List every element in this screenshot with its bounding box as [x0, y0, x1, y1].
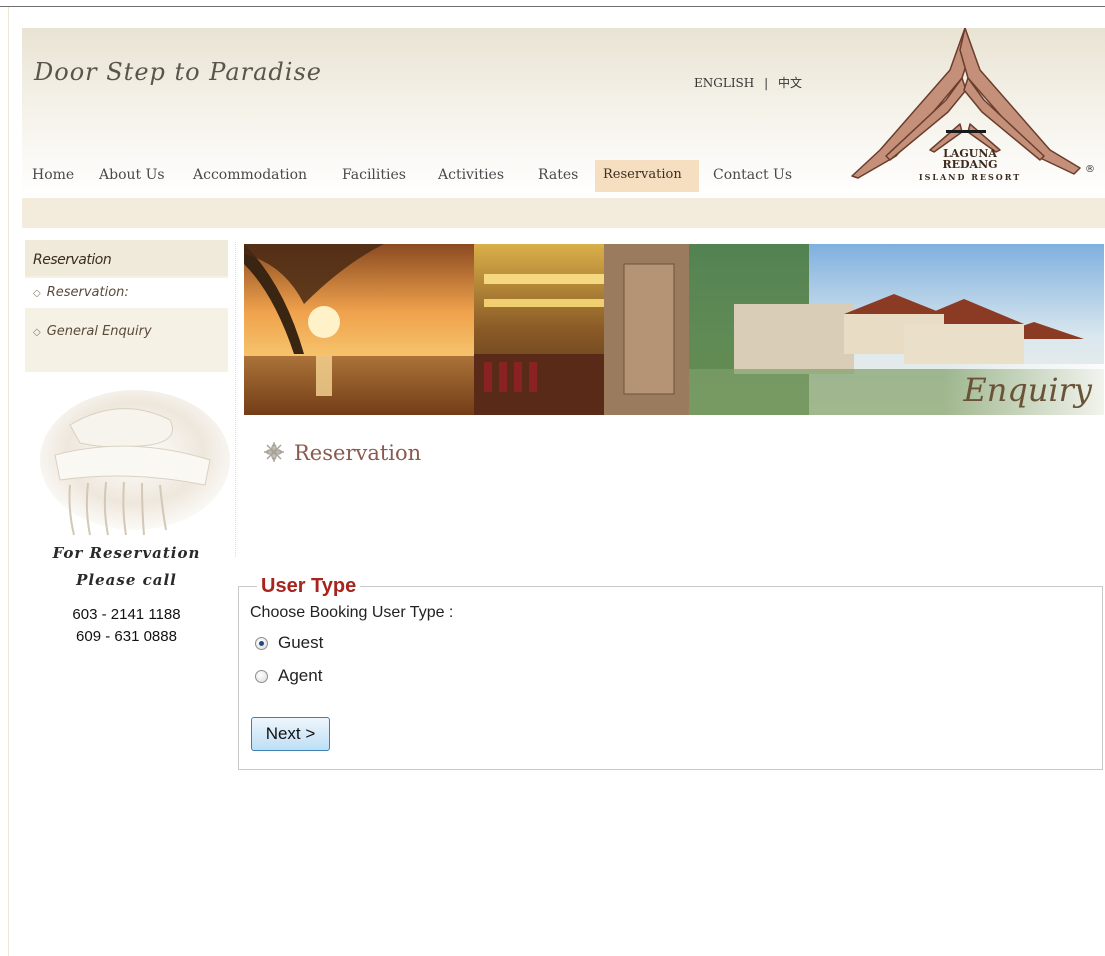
page-title-text: Reservation	[294, 441, 422, 465]
site-tagline: Door Step to Paradise	[34, 58, 322, 86]
guest-option[interactable]: Guest	[255, 632, 323, 654]
flower-icon	[262, 440, 286, 469]
agent-radio-label[interactable]: Agent	[278, 666, 322, 686]
lang-chinese-link[interactable]: 中文	[778, 74, 802, 91]
logo-line-redang: REDANG	[942, 158, 998, 171]
user-type-legend: User Type	[261, 575, 357, 597]
nav-accommodation[interactable]: Accommodation	[185, 160, 315, 192]
nav-home[interactable]: Home	[24, 160, 82, 192]
nav-contact-us[interactable]: Contact Us	[705, 160, 800, 192]
telephone-image	[30, 385, 230, 540]
nav-activities[interactable]: Activities	[430, 160, 512, 192]
sidebar-item-label: General Enquiry	[46, 324, 152, 339]
sidebar-item-label: Reservation:	[46, 285, 129, 300]
sidebar-title: Reservation	[25, 240, 228, 276]
sidebar-item-general-enquiry[interactable]: ◇ General Enquiry	[25, 317, 228, 347]
guest-radio-label[interactable]: Guest	[278, 633, 323, 653]
top-border	[0, 6, 1105, 7]
agent-radio[interactable]	[255, 669, 268, 683]
nav-rates[interactable]: Rates	[530, 160, 586, 192]
nav-reservation[interactable]: Reservation	[595, 160, 699, 192]
left-border	[8, 7, 9, 956]
page-title: Reservation	[262, 440, 421, 469]
diamond-bullet-icon: ◇	[33, 288, 41, 299]
choose-user-type-label: Choose Booking User Type :	[250, 604, 454, 621]
enquiry-banner: Enquiry	[244, 244, 1104, 415]
banner-caption: Enquiry	[963, 371, 1092, 409]
nav-facilities[interactable]: Facilities	[334, 160, 414, 192]
lang-english-link[interactable]: ENGLISH	[694, 76, 754, 90]
agent-option[interactable]: Agent	[255, 665, 322, 687]
language-switcher: ENGLISH | 中文	[694, 74, 802, 91]
sidebar-menu: Reservation ◇ Reservation: ◇ General Enqui…	[25, 240, 228, 372]
phone-number-redang: 609 - 631 0888	[76, 628, 177, 645]
registered-mark: ®	[1085, 164, 1095, 175]
guest-radio[interactable]	[255, 636, 268, 650]
next-button[interactable]: Next >	[251, 717, 330, 751]
logo-line-island-resort: ISLAND RESORT	[918, 172, 1022, 182]
column-divider	[235, 242, 236, 557]
nav-about-us[interactable]: About Us	[91, 160, 173, 192]
header-subbar	[22, 198, 1105, 228]
lang-separator: |	[764, 76, 769, 90]
resort-logo[interactable]: LAGUNA REDANG ISLAND RESORT ®	[850, 27, 1105, 198]
phone-number-kl: 603 - 2141 1188	[72, 606, 181, 623]
call-prompt-line1: For Reservation	[52, 544, 201, 562]
call-prompt-line2: Please call	[76, 571, 177, 589]
diamond-bullet-icon: ◇	[33, 327, 41, 338]
sidebar-item-reservation[interactable]: ◇ Reservation:	[25, 278, 228, 308]
